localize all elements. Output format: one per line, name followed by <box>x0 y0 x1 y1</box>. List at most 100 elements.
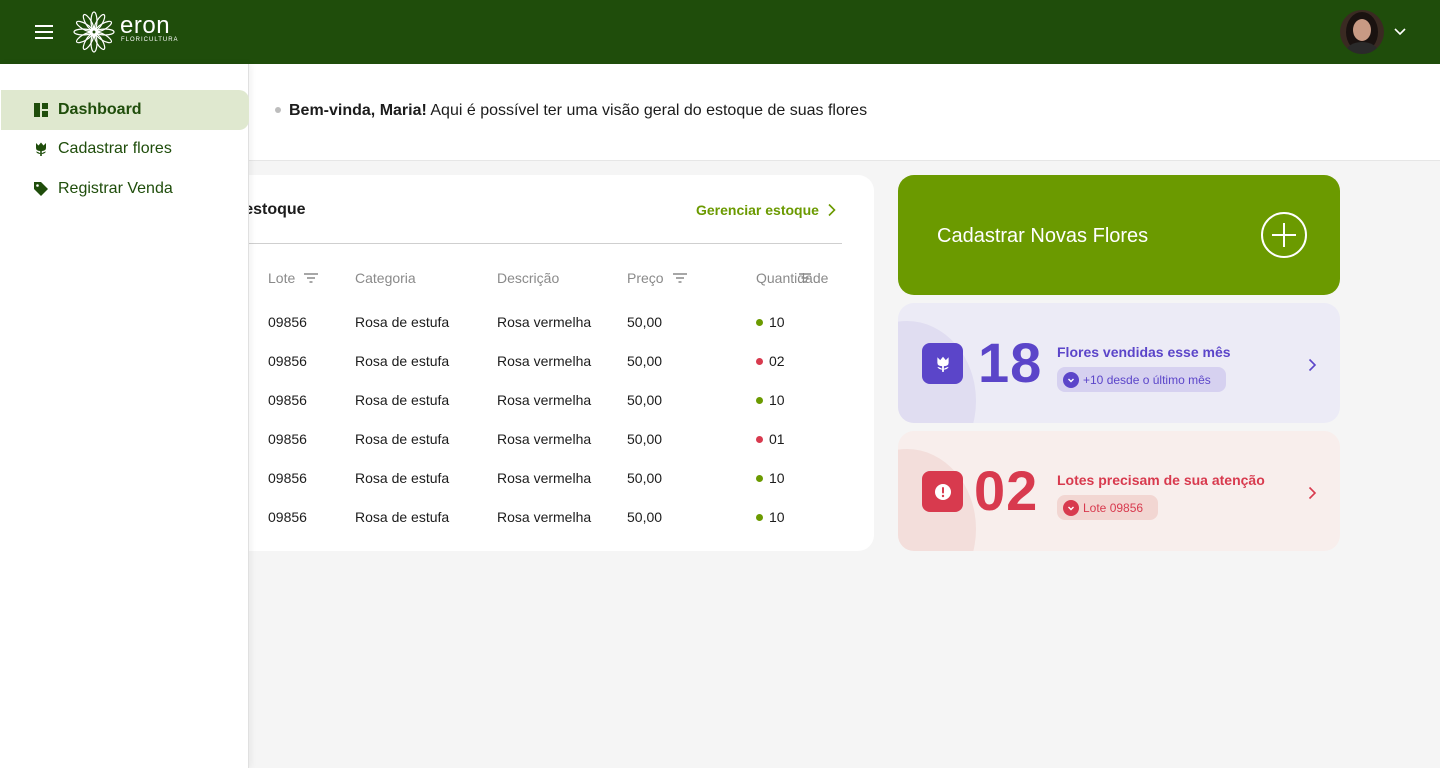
flowers-sold-count: 18 <box>978 331 1043 394</box>
chevron-right-icon[interactable] <box>1304 357 1320 373</box>
divider <box>230 243 842 244</box>
cell-categoria: Rosa de estufa <box>355 509 450 525</box>
cell-preco: 50,00 <box>627 509 663 525</box>
welcome-name: Bem-vinda, Maria! <box>289 102 427 119</box>
sidebar-item-label: Dashboard <box>58 101 142 118</box>
cell-lote: 09856 <box>268 470 307 486</box>
cell-categoria: Rosa de estufa <box>355 314 450 330</box>
trend-badge: +10 desde o último mês <box>1057 367 1226 392</box>
avatar[interactable] <box>1340 10 1384 54</box>
chevron-down-icon <box>1063 371 1079 388</box>
manage-stock-link[interactable]: Gerenciar estoque <box>696 199 837 221</box>
stock-card: n estoque Gerenciar estoque Lote Categor… <box>180 175 874 551</box>
lots-attention-count: 02 <box>974 459 1039 522</box>
top-bar: eron FLORICULTURA <box>0 0 1440 64</box>
quantity-value: 02 <box>769 353 785 369</box>
status-dot <box>756 396 763 404</box>
flower-icon <box>36 142 46 156</box>
cell-descricao: Rosa vermelha <box>497 509 592 525</box>
status-dot <box>756 318 763 326</box>
cell-quantidade: 01 <box>756 430 785 448</box>
quantity-value: 10 <box>769 470 785 486</box>
chevron-right-icon <box>828 203 836 217</box>
cell-descricao: Rosa vermelha <box>497 314 592 330</box>
chevron-down-icon <box>1063 499 1079 516</box>
column-label: Categoria <box>355 270 416 286</box>
cell-preco: 50,00 <box>627 392 663 408</box>
status-dot <box>756 357 763 365</box>
chevron-right-icon[interactable] <box>1304 485 1320 501</box>
cell-lote: 09856 <box>268 431 307 447</box>
plus-circle-icon <box>1261 212 1307 258</box>
cell-preco: 50,00 <box>627 314 663 330</box>
cell-preco: 50,00 <box>627 431 663 447</box>
alert-icon <box>922 471 963 512</box>
sidebar-item-cadastrar-flores[interactable]: Cadastrar flores <box>1 129 249 169</box>
cell-quantidade: 10 <box>756 391 785 409</box>
flower-badge-icon <box>922 343 963 384</box>
cell-quantidade: 10 <box>756 313 785 331</box>
column-header-categoria: Categoria <box>355 269 416 287</box>
status-dot <box>756 435 763 443</box>
cell-descricao: Rosa vermelha <box>497 470 592 486</box>
cell-categoria: Rosa de estufa <box>355 470 450 486</box>
cell-lote: 09856 <box>268 353 307 369</box>
quantity-value: 10 <box>769 392 785 408</box>
separator-dot <box>275 107 281 113</box>
manage-stock-label: Gerenciar estoque <box>696 202 819 218</box>
cell-quantidade: 10 <box>756 469 785 487</box>
column-header-quantidade: Quantidade <box>756 269 828 287</box>
cell-categoria: Rosa de estufa <box>355 353 450 369</box>
cell-lote: 09856 <box>268 314 307 330</box>
cell-categoria: Rosa de estufa <box>355 431 450 447</box>
logo-subtitle: FLORICULTURA <box>121 37 179 43</box>
cell-descricao: Rosa vermelha <box>497 431 592 447</box>
sidebar-item-label: Registrar Venda <box>58 180 173 197</box>
status-dot <box>756 513 763 521</box>
trend-text: +10 desde o último mês <box>1083 372 1211 387</box>
column-label: Lote <box>268 270 296 286</box>
chevron-down-icon[interactable] <box>1392 24 1408 40</box>
column-header-lote: Lote <box>268 269 319 287</box>
welcome-message: Bem-vinda, Maria! Aqui é possível ter um… <box>289 100 867 122</box>
logo: eron FLORICULTURA <box>72 11 182 53</box>
cell-preco: 50,00 <box>627 353 663 369</box>
column-header-preco: Preço <box>627 269 688 287</box>
register-new-flowers-label: Cadastrar Novas Flores <box>937 225 1149 247</box>
sidebar-item-label: Cadastrar flores <box>58 140 172 157</box>
lot-badge: Lote 09856 <box>1057 495 1159 520</box>
cell-quantidade: 10 <box>756 508 785 526</box>
cell-descricao: Rosa vermelha <box>497 353 592 369</box>
sidebar-item-dashboard[interactable]: Dashboard <box>1 90 249 130</box>
lots-attention-label: Lotes precisam de sua atenção <box>1057 472 1265 488</box>
cell-preco: 50,00 <box>627 470 663 486</box>
cell-categoria: Rosa de estufa <box>355 392 450 408</box>
tag-icon <box>34 182 48 196</box>
column-header-descricao: Descrição <box>497 269 559 287</box>
logo-name: eron <box>120 12 171 39</box>
quantity-value: 10 <box>769 509 785 525</box>
column-label: Quantidade <box>756 270 829 286</box>
dashboard-icon <box>34 103 48 117</box>
cell-lote: 09856 <box>268 392 307 408</box>
lot-text: Lote 09856 <box>1083 500 1144 515</box>
column-label: Preço <box>627 270 664 286</box>
flowers-sold-label: Flores vendidas esse mês <box>1057 344 1231 360</box>
welcome-text: Aqui é possível ter uma visão geral do e… <box>426 102 868 119</box>
filter-icon[interactable] <box>798 272 812 284</box>
filter-icon[interactable] <box>303 272 319 284</box>
cell-descricao: Rosa vermelha <box>497 392 592 408</box>
lots-attention-card[interactable]: 02 Lotes precisam de sua atenção Lote 09… <box>898 431 1340 551</box>
cell-lote: 09856 <box>268 509 307 525</box>
menu-icon[interactable] <box>30 20 58 44</box>
flowers-sold-card[interactable]: 18 Flores vendidas esse mês +10 desde o … <box>898 303 1340 423</box>
cell-quantidade: 02 <box>756 352 785 370</box>
sidebar: Dashboard Cadastrar flores Registrar Ven… <box>0 64 249 768</box>
register-new-flowers-button[interactable]: Cadastrar Novas Flores <box>898 175 1340 295</box>
quantity-value: 01 <box>769 431 785 447</box>
flower-logo-icon <box>73 11 115 53</box>
filter-icon[interactable] <box>672 272 688 284</box>
quantity-value: 10 <box>769 314 785 330</box>
sidebar-item-registrar-venda[interactable]: Registrar Venda <box>1 169 249 209</box>
status-dot <box>756 474 763 482</box>
